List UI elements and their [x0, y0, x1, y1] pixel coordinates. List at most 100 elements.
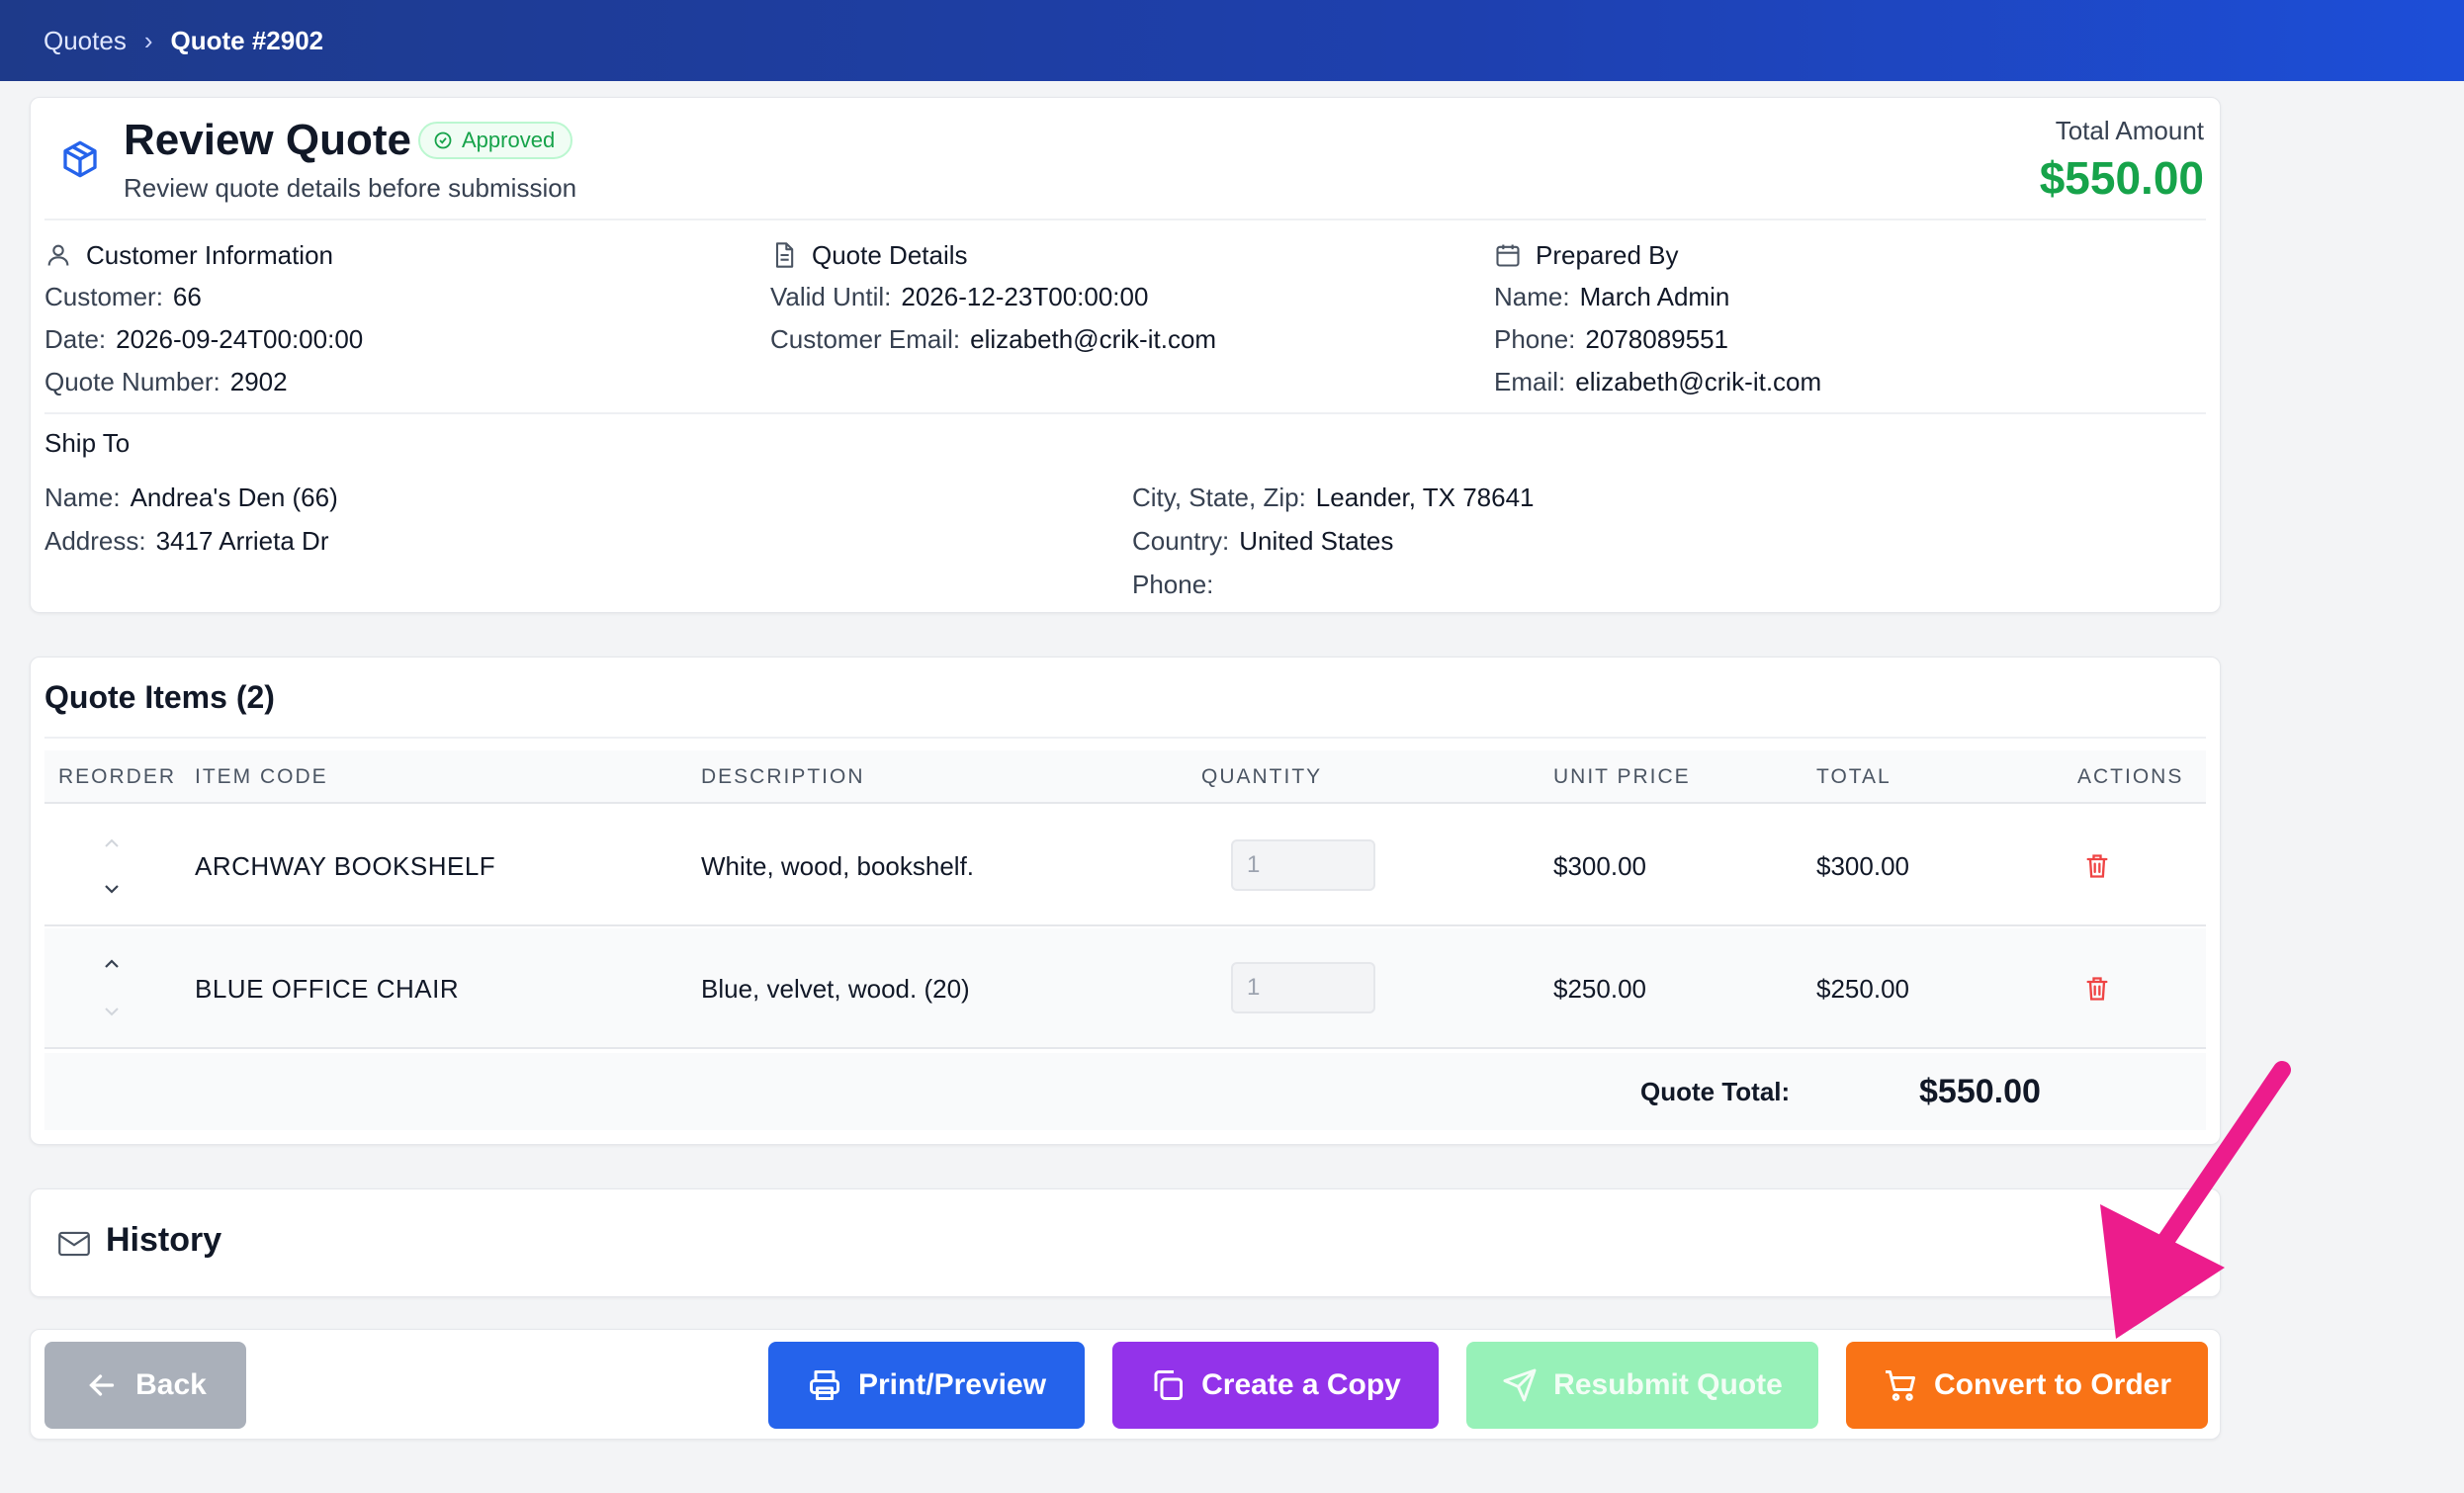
- status-badge: Approved: [418, 122, 573, 159]
- section-divider: [44, 412, 2206, 414]
- quote-details-section: Quote Details Valid Until: 2026-12-23T00:…: [770, 234, 1216, 361]
- breadcrumb-separator: ›: [143, 25, 153, 55]
- resubmit-quote-label: Resubmit Quote: [1553, 1368, 1783, 1401]
- quote-total-value: $550.00: [1919, 1073, 2041, 1110]
- preparer-name-row: Name: March Admin: [1494, 276, 1821, 318]
- item-unit-price: $250.00: [1553, 974, 1646, 1004]
- prepared-by-heading: Prepared By: [1494, 234, 1821, 276]
- ship-country-label: Country:: [1132, 526, 1230, 556]
- document-icon: [775, 242, 794, 268]
- items-divider: [44, 737, 2206, 739]
- preparer-name-value: March Admin: [1579, 282, 1730, 311]
- item-description: White, wood, bookshelf.: [701, 851, 975, 881]
- item-description: Blue, velvet, wood. (20): [701, 974, 970, 1004]
- customer-row: Customer: 66: [44, 276, 363, 318]
- ship-phone-label: Phone:: [1132, 570, 1214, 599]
- ship-name-value: Andrea's Den (66): [130, 483, 338, 512]
- ship-name-label: Name:: [44, 483, 121, 512]
- total-amount-label: Total Amount: [2055, 116, 2204, 145]
- table-row: BLUE OFFICE CHAIR Blue, velvet, wood. (2…: [44, 928, 2206, 1049]
- ship-city-value: Leander, TX 78641: [1315, 483, 1535, 512]
- history-card[interactable]: History: [30, 1188, 2221, 1297]
- quote-details-heading: Quote Details: [770, 234, 1216, 276]
- print-preview-button[interactable]: Print/Preview: [768, 1342, 1085, 1429]
- convert-to-order-label: Convert to Order: [1933, 1368, 2172, 1401]
- item-code: ARCHWAY BOOKSHELF: [195, 851, 496, 881]
- customer-email-value: elizabeth@crik-it.com: [970, 324, 1217, 354]
- customer-information-section: Customer Information Customer: 66 Date: 20…: [44, 234, 363, 403]
- back-button[interactable]: Back: [44, 1342, 246, 1429]
- review-header: Review Quote Approved Review quote detai…: [44, 98, 2206, 220]
- customer-information-heading: Customer Information: [44, 234, 363, 276]
- quote-items-card: Quote Items (2) REORDER ITEM CODE DESCRI…: [30, 657, 2221, 1145]
- prepared-by-section: Prepared By Name: March Admin Phone: 20780…: [1494, 234, 1821, 403]
- ship-to-heading: Ship To: [44, 428, 131, 458]
- print-preview-label: Print/Preview: [857, 1368, 1047, 1401]
- column-total: TOTAL: [1816, 765, 1892, 788]
- quote-number-value: 2902: [229, 367, 288, 396]
- preparer-email-label: Email:: [1494, 367, 1566, 396]
- column-item-code: ITEM CODE: [195, 765, 328, 788]
- customer-email-label: Customer Email:: [770, 324, 961, 354]
- item-total: $250.00: [1816, 974, 1909, 1004]
- quantity-input[interactable]: [1231, 839, 1375, 891]
- ship-address-row: Address: 3417 Arrieta Dr: [44, 519, 338, 563]
- breadcrumb-quotes-link[interactable]: Quotes: [44, 26, 127, 56]
- trash-icon[interactable]: [2083, 851, 2111, 881]
- trash-icon[interactable]: [2083, 974, 2111, 1004]
- page-title: Review Quote: [124, 116, 411, 164]
- column-actions: ACTIONS: [2077, 765, 2184, 788]
- ship-to-right: City, State, Zip: Leander, TX 78641 Count…: [1132, 476, 1535, 606]
- quote-total-row: Quote Total: $550.00: [44, 1053, 2206, 1130]
- quote-details-title: Quote Details: [812, 239, 968, 270]
- create-copy-button[interactable]: Create a Copy: [1112, 1342, 1439, 1429]
- item-unit-price: $300.00: [1553, 851, 1646, 881]
- ship-to-left: Name: Andrea's Den (66) Address: 3417 Arri…: [44, 476, 338, 563]
- resubmit-quote-button[interactable]: Resubmit Quote: [1466, 1342, 1818, 1429]
- column-quantity: QUANTITY: [1201, 765, 1323, 788]
- review-quote-card: Review Quote Approved Review quote detai…: [30, 97, 2221, 613]
- ship-phone-row: Phone:: [1132, 563, 1535, 606]
- history-title: History: [106, 1221, 222, 1259]
- valid-until-value: 2026-12-23T00:00:00: [901, 282, 1149, 311]
- quote-number-label: Quote Number:: [44, 367, 220, 396]
- printer-icon: [809, 1370, 839, 1400]
- annotation-arrow-icon: [2100, 1061, 2291, 1339]
- preparer-phone-label: Phone:: [1494, 324, 1576, 354]
- ship-city-label: City, State, Zip:: [1132, 483, 1306, 512]
- mail-icon: [58, 1231, 90, 1257]
- convert-to-order-button[interactable]: Convert to Order: [1846, 1342, 2208, 1429]
- move-down-icon[interactable]: [100, 877, 124, 901]
- column-unit-price: UNIT PRICE: [1553, 765, 1691, 788]
- move-up-icon[interactable]: [100, 952, 124, 976]
- valid-until-label: Valid Until:: [770, 282, 892, 311]
- date-row: Date: 2026-09-24T00:00:00: [44, 318, 363, 361]
- preparer-email-row: Email: elizabeth@crik-it.com: [1494, 361, 1821, 403]
- calendar-icon: [1496, 244, 1520, 267]
- customer-email-row: Customer Email: elizabeth@crik-it.com: [770, 318, 1216, 361]
- actions-bar: Back Print/Preview Create a Copy Resubmi…: [30, 1329, 2221, 1440]
- ship-country-row: Country: United States: [1132, 519, 1535, 563]
- breadcrumb: Quotes › Quote #2902: [0, 0, 2464, 81]
- move-down-icon[interactable]: [100, 1000, 124, 1023]
- item-total: $300.00: [1816, 851, 1909, 881]
- ship-name-row: Name: Andrea's Den (66): [44, 476, 338, 519]
- preparer-email-value: elizabeth@crik-it.com: [1575, 367, 1822, 396]
- ship-address-label: Address:: [44, 526, 146, 556]
- table-row: ARCHWAY BOOKSHELF White, wood, bookshelf…: [44, 806, 2206, 926]
- quantity-input[interactable]: [1231, 962, 1375, 1013]
- breadcrumb-current: Quote #2902: [170, 25, 324, 55]
- copy-icon: [1154, 1370, 1184, 1400]
- ship-address-value: 3417 Arrieta Dr: [155, 526, 329, 556]
- move-up-icon[interactable]: [100, 832, 124, 855]
- valid-until-row: Valid Until: 2026-12-23T00:00:00: [770, 276, 1216, 318]
- box-icon: [63, 140, 97, 178]
- page-subtitle: Review quote details before submission: [124, 173, 577, 203]
- cart-icon: [1885, 1370, 1915, 1401]
- customer-information-title: Customer Information: [86, 239, 333, 270]
- ship-city-row: City, State, Zip: Leander, TX 78641: [1132, 476, 1535, 519]
- date-label: Date:: [44, 324, 107, 354]
- quote-number-row: Quote Number: 2902: [44, 361, 363, 403]
- customer-label: Customer:: [44, 282, 163, 311]
- column-reorder: REORDER: [58, 765, 177, 788]
